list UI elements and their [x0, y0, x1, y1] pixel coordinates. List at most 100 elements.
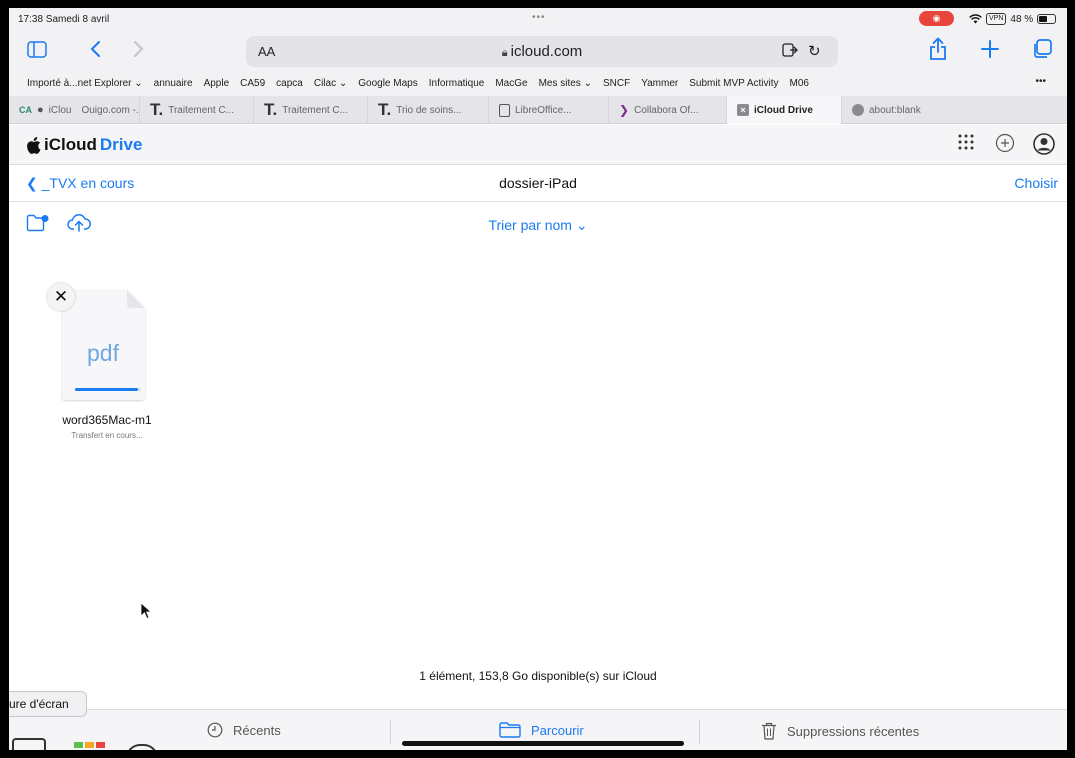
- tab-label: Traitement C...: [282, 104, 348, 116]
- tab-recently-deleted-label: Suppressions récentes: [787, 723, 920, 739]
- drive-actions: Trier par nom ⌄: [9, 204, 1067, 244]
- battery-percent: 48 %: [1010, 13, 1034, 25]
- reload-icon[interactable]: ↻: [808, 42, 821, 60]
- t-doc-icon: T.: [150, 100, 164, 119]
- tab-iclou[interactable]: CA ● iClou Ouigo.com -...: [9, 96, 140, 124]
- brand-prefix: iCloud: [44, 135, 97, 154]
- tab-icloud-drive[interactable]: × iCloud Drive: [727, 96, 842, 124]
- t-doc-icon: T.: [264, 100, 278, 119]
- bookmark-item[interactable]: MacGe: [495, 78, 527, 89]
- tab-browse[interactable]: Parcourir: [499, 722, 584, 738]
- tab-about-blank[interactable]: about:blank: [842, 96, 967, 124]
- browser-toolbar: AA 🔒︎ icloud.com ↻: [9, 30, 1067, 70]
- tab-label: Traitement C...: [168, 104, 234, 116]
- file-name: word365Mac-m1: [62, 413, 152, 427]
- bookmark-item[interactable]: Informatique: [429, 78, 485, 89]
- tab-label: iClou: [48, 104, 72, 116]
- multitasking-dots[interactable]: •••: [532, 12, 546, 23]
- account-icon[interactable]: [1033, 133, 1055, 160]
- bookmark-item[interactable]: Apple: [204, 78, 230, 89]
- tab-recents[interactable]: Récents: [207, 722, 281, 738]
- mouse-pointer-icon: [140, 602, 152, 620]
- cancel-upload-button[interactable]: ✕: [47, 283, 75, 311]
- upload-progress-fill: [75, 388, 138, 391]
- compass-icon: [852, 104, 864, 116]
- tab-collabora[interactable]: ❯ Collabora Of...: [609, 96, 727, 124]
- icloud-header: iCloud Drive: [9, 125, 1067, 165]
- choose-button[interactable]: Choisir: [1014, 175, 1058, 191]
- tab-label: Trio de soins...: [396, 104, 462, 116]
- launchpad-icon[interactable]: [68, 740, 112, 750]
- bookmark-item[interactable]: M06: [790, 78, 809, 89]
- url-display[interactable]: 🔒︎ icloud.com: [246, 43, 838, 60]
- screenshot-app-icon[interactable]: [12, 738, 46, 750]
- home-indicator[interactable]: [402, 741, 684, 746]
- new-tab-icon[interactable]: [980, 39, 1000, 59]
- close-icon: ✕: [53, 287, 69, 306]
- tab-recents-label: Récents: [233, 722, 281, 738]
- folder-title: dossier-iPad: [499, 175, 577, 191]
- tab-traitement-1[interactable]: T. Traitement C...: [140, 96, 254, 124]
- tab-overview-icon[interactable]: [1032, 39, 1053, 60]
- tab-divider: [390, 720, 391, 744]
- tab-label: Collabora Of...: [634, 104, 699, 116]
- storage-info: 1 élément, 153,8 Go disponible(s) sur iC…: [419, 669, 657, 683]
- folder-icon: [499, 722, 521, 738]
- share-icon[interactable]: [929, 37, 947, 61]
- ipad-screen: 17:38 Samedi 8 avril ••• ◉ VPN 48 % AA 🔒…: [9, 8, 1067, 750]
- tab-libreoffice[interactable]: LibreOffice...: [489, 96, 609, 124]
- bookmarks-bar: Importé à...net Explorer ⌄ annuaire Apple C…: [9, 70, 1067, 96]
- bookmark-item[interactable]: Mes sites ⌄: [539, 78, 592, 89]
- bookmark-item[interactable]: Yammer: [641, 78, 678, 89]
- tab-strip: CA ● iClou Ouigo.com -... T. Traitement …: [9, 96, 1067, 124]
- vpn-badge: VPN: [986, 13, 1007, 25]
- address-bar[interactable]: AA 🔒︎ icloud.com ↻: [246, 36, 838, 67]
- bookmark-item[interactable]: Importé à...net Explorer ⌄: [27, 78, 143, 89]
- bookmark-item[interactable]: Cilac ⌄: [314, 78, 347, 89]
- file-transfer-status: Transfert en cours...: [71, 431, 143, 440]
- bookmark-item[interactable]: SNCF: [603, 78, 630, 89]
- sort-by-name-button[interactable]: Trier par nom ⌄: [9, 217, 1067, 234]
- tab-label: Ouigo.com -...: [81, 104, 140, 116]
- apple-logo-icon: [27, 136, 41, 154]
- screenshot-tooltip: ure d'écran: [9, 691, 87, 717]
- close-tab-icon[interactable]: ×: [737, 104, 749, 116]
- apple-icon: ●: [37, 104, 44, 116]
- document-icon: [499, 103, 510, 117]
- upload-progress-track: [75, 388, 141, 391]
- screen-recording-indicator[interactable]: ◉: [919, 11, 954, 26]
- bookmark-item[interactable]: annuaire: [154, 78, 193, 89]
- extension-icon[interactable]: [782, 43, 798, 60]
- wifi-icon: [969, 14, 982, 24]
- forward-arrow-icon[interactable]: [133, 40, 145, 58]
- bookmarks-more-button[interactable]: •••: [1035, 76, 1046, 87]
- status-time: 17:38 Samedi 8 avril: [18, 14, 110, 25]
- lock-icon: 🔒︎: [501, 47, 511, 59]
- bookmark-item[interactable]: CA59: [240, 78, 265, 89]
- collabora-icon: ❯: [619, 103, 630, 117]
- t-doc-icon: T.: [378, 100, 392, 119]
- trash-icon: [762, 722, 776, 740]
- back-arrow-icon[interactable]: [89, 40, 101, 58]
- add-circle-icon[interactable]: [995, 133, 1015, 158]
- tab-traitement-2[interactable]: T. Traitement C...: [254, 96, 368, 124]
- brand-suffix: Drive: [99, 135, 143, 154]
- tab-label: LibreOffice...: [515, 104, 572, 116]
- url-text: icloud.com: [510, 43, 583, 60]
- file-item[interactable]: pdf ✕ word365Mac-m1 Transfert en cours..…: [47, 283, 167, 483]
- bookmark-item[interactable]: Submit MVP Activity: [689, 78, 778, 89]
- tab-trio[interactable]: T. Trio de soins...: [368, 96, 489, 124]
- clock-icon: [207, 722, 223, 738]
- tab-recently-deleted[interactable]: Suppressions récentes: [761, 722, 919, 740]
- bookmark-item[interactable]: capca: [276, 78, 303, 89]
- app-launcher-icon[interactable]: [957, 133, 975, 156]
- folder-navigation-bar: ❮ _TVX en cours dossier-iPad Choisir: [9, 165, 1067, 202]
- tab-label: iCloud Drive: [754, 104, 813, 116]
- status-bar: 17:38 Samedi 8 avril ••• ◉ VPN 48 %: [9, 8, 1067, 30]
- sidebar-icon[interactable]: [27, 41, 47, 58]
- tab-divider: [699, 720, 700, 744]
- bookmark-item[interactable]: Google Maps: [358, 78, 417, 89]
- battery-icon: [1037, 14, 1057, 24]
- icloud-drive-logo[interactable]: iCloud Drive: [26, 135, 142, 155]
- status-right: VPN 48 %: [969, 13, 1057, 25]
